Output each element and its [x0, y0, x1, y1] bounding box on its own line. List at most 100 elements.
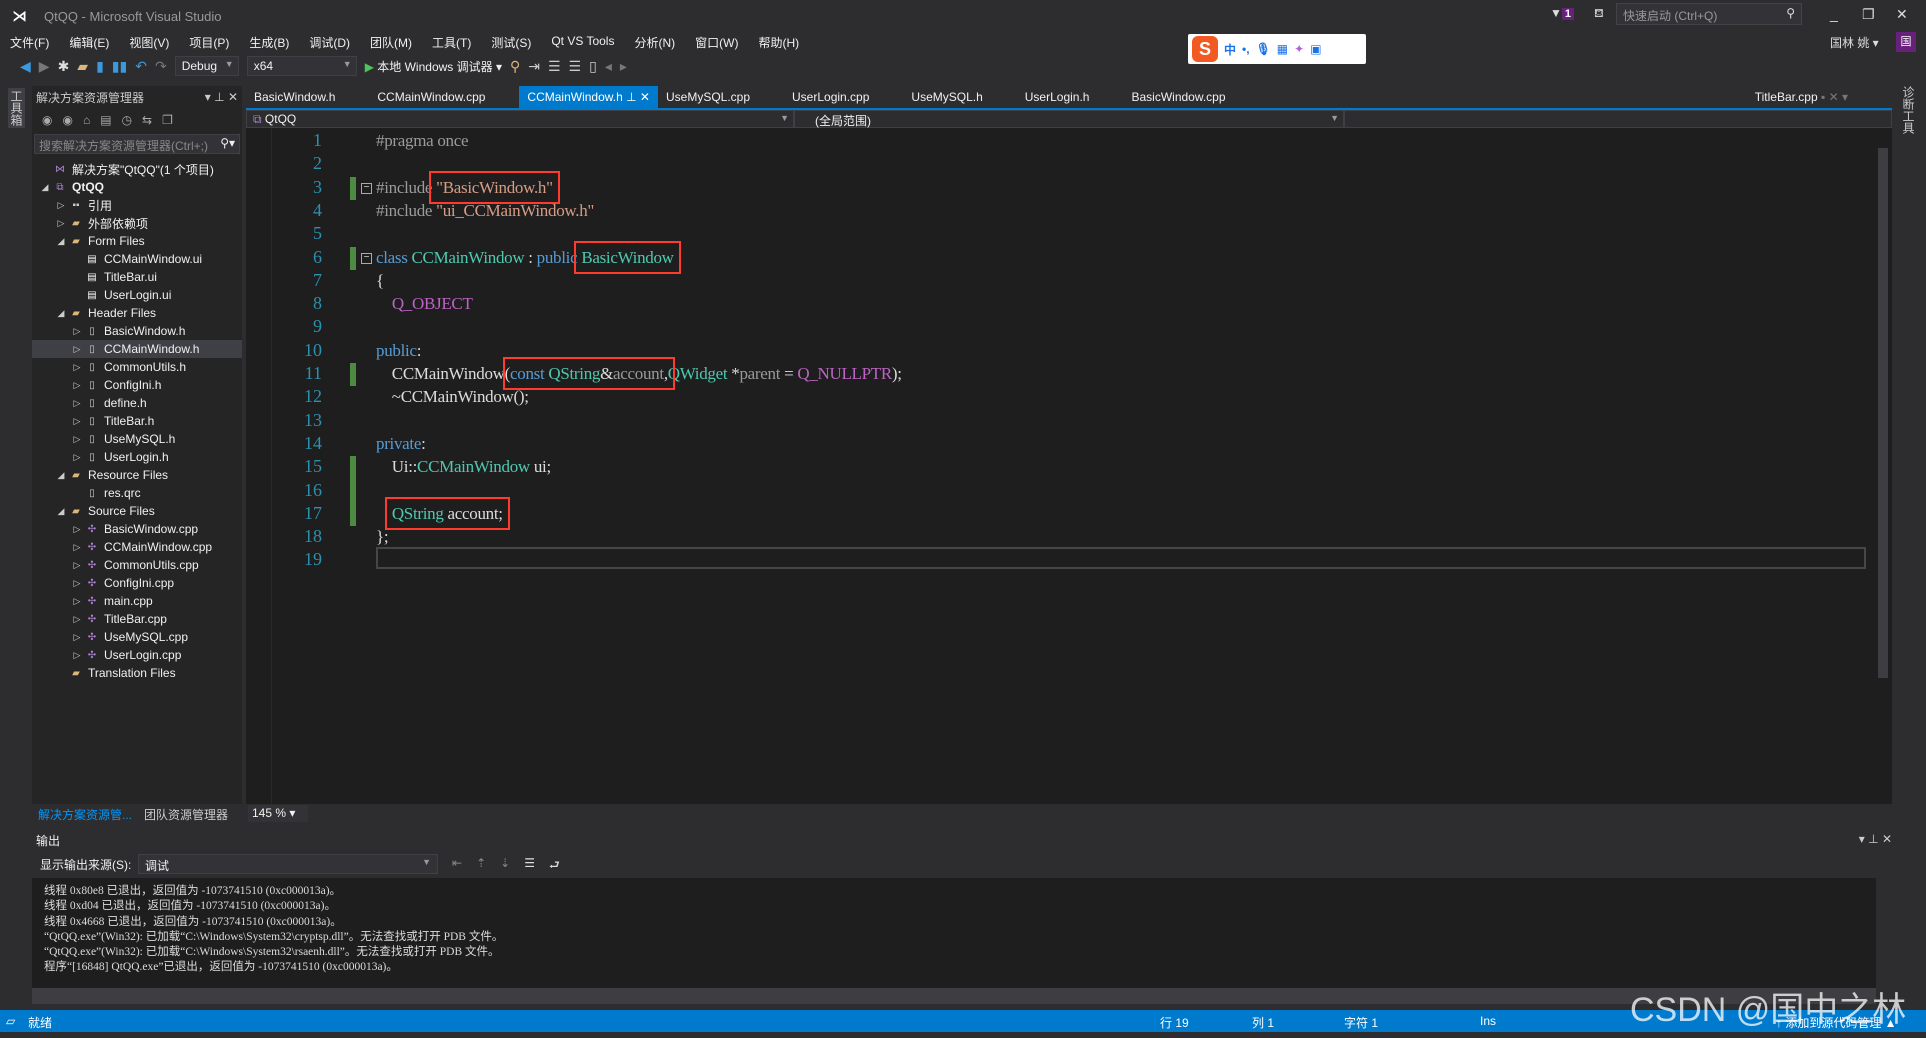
tab-solution-explorer[interactable]: 解决方案资源管...: [32, 804, 138, 824]
pending-changes-icon[interactable]: ◷: [122, 113, 132, 127]
tree-item[interactable]: ◢ ▰ Source Files: [32, 502, 242, 520]
save-icon[interactable]: ▮: [96, 58, 104, 75]
tab-team-explorer[interactable]: 团队资源管理器: [138, 804, 235, 824]
expand-arrow-icon[interactable]: ▷: [70, 416, 84, 427]
word-wrap-icon[interactable]: ⮐: [549, 856, 560, 877]
code-line[interactable]: #pragma once: [376, 131, 469, 151]
comment-icon[interactable]: ☰: [548, 58, 561, 75]
tab-usemysql-cpp[interactable]: UseMySQL.cpp: [658, 86, 758, 108]
expand-arrow-icon[interactable]: ◢: [54, 470, 68, 481]
back-icon[interactable]: ◀: [20, 58, 31, 75]
menu-item[interactable]: 生成(B): [239, 32, 299, 52]
code-line[interactable]: #include "ui_CCMainWindow.h": [376, 201, 594, 221]
sync-icon[interactable]: ⇆: [142, 113, 152, 127]
code-line[interactable]: Ui::CCMainWindow ui;: [376, 457, 551, 477]
menu-item[interactable]: Qt VS Tools: [541, 32, 624, 52]
output-source-select[interactable]: 调试 ▼: [138, 854, 438, 874]
toolbox-tab[interactable]: 工具箱: [8, 88, 25, 128]
expand-arrow-icon[interactable]: ◢: [38, 182, 52, 193]
menu-item[interactable]: 帮助(H): [748, 32, 809, 52]
expand-arrow-icon[interactable]: ▷: [70, 632, 84, 643]
tree-item[interactable]: ▤ UserLogin.ui: [32, 286, 242, 304]
tree-item[interactable]: ▯ res.qrc: [32, 484, 242, 502]
undo-icon[interactable]: ↶: [135, 58, 147, 75]
ime-language[interactable]: 中: [1224, 41, 1236, 58]
forward-icon[interactable]: ◉: [62, 113, 72, 127]
step-icon[interactable]: ⇥: [528, 58, 540, 75]
tree-item[interactable]: ▷ ▯ CommonUtils.h: [32, 358, 242, 376]
menu-item[interactable]: 测试(S): [481, 32, 541, 52]
quick-launch-input[interactable]: 快速启动 (Ctrl+Q) ⚲: [1616, 3, 1802, 25]
expand-arrow-icon[interactable]: ▷: [70, 524, 84, 535]
expand-arrow-icon[interactable]: ▷: [70, 398, 84, 409]
code-line[interactable]: Q_OBJECT: [376, 294, 473, 314]
expand-arrow-icon[interactable]: ▷: [70, 344, 84, 355]
bookmark-icon[interactable]: ▯: [589, 58, 597, 75]
expand-arrow-icon[interactable]: ▷: [70, 542, 84, 553]
pin-icon[interactable]: ⊥: [1868, 832, 1878, 846]
menu-item[interactable]: 项目(P): [179, 32, 239, 52]
tree-item[interactable]: ▷ ✣ CCMainWindow.cpp: [32, 538, 242, 556]
tree-item[interactable]: ▷ ▯ TitleBar.h: [32, 412, 242, 430]
menu-item[interactable]: 视图(V): [119, 32, 179, 52]
tree-item[interactable]: ▷ ▯ define.h: [32, 394, 242, 412]
expand-arrow-icon[interactable]: ▷: [54, 218, 68, 229]
tab-userlogin-h[interactable]: UserLogin.h: [1017, 86, 1098, 108]
tab-usemysql-h[interactable]: UseMySQL.h: [903, 86, 990, 108]
scroll-thumb[interactable]: [1878, 148, 1888, 678]
expand-arrow-icon[interactable]: ▷: [70, 560, 84, 571]
expand-arrow-icon[interactable]: ▷: [70, 614, 84, 625]
close-icon[interactable]: ✕: [1882, 832, 1892, 846]
code-line[interactable]: QString account;: [376, 496, 510, 530]
expand-arrow-icon[interactable]: ◢: [54, 236, 68, 247]
tree-item[interactable]: ▷ ▯ ConfigIni.h: [32, 376, 242, 394]
menu-item[interactable]: 窗口(W): [685, 32, 748, 52]
dropdown-icon[interactable]: ▾: [1859, 832, 1865, 846]
tree-item[interactable]: ▷ ✣ UseMySQL.cpp: [32, 628, 242, 646]
keyboard-icon[interactable]: ▦: [1277, 42, 1288, 56]
tree-item[interactable]: ◢ ▰ Header Files: [32, 304, 242, 322]
configuration-select[interactable]: Debug ▼: [174, 56, 239, 76]
pin-icon[interactable]: ⊥: [623, 90, 640, 104]
code-line[interactable]: {: [376, 271, 384, 291]
close-button[interactable]: ✕: [1896, 6, 1908, 23]
scope-select[interactable]: (全局范围) ▼: [794, 110, 1344, 128]
expand-arrow-icon[interactable]: ▷: [70, 326, 84, 337]
tree-item[interactable]: ▤ CCMainWindow.ui: [32, 250, 242, 268]
solution-search-input[interactable]: 搜索解决方案资源管理器(Ctrl+;) ⚲▾: [34, 134, 240, 154]
member-select[interactable]: [1344, 110, 1892, 128]
menu-item[interactable]: 文件(F): [0, 32, 59, 52]
tree-item[interactable]: ▷ ✣ main.cpp: [32, 592, 242, 610]
expand-arrow-icon[interactable]: ▷: [70, 380, 84, 391]
zoom-select[interactable]: 145 % ▾: [248, 805, 308, 822]
redo-icon[interactable]: ↷: [155, 58, 167, 75]
feedback-icon[interactable]: ⛾: [1594, 6, 1604, 22]
find-in-files-icon[interactable]: ⚲: [510, 58, 520, 75]
expand-arrow-icon[interactable]: ▷: [70, 596, 84, 607]
close-icon[interactable]: ✕: [228, 90, 238, 104]
tree-item[interactable]: ▷ ✣ BasicWindow.cpp: [32, 520, 242, 538]
collapse-all-icon[interactable]: ❐: [162, 113, 173, 127]
editor-vertical-scrollbar[interactable]: [1874, 128, 1892, 804]
tree-item[interactable]: ▷ ▯ BasicWindow.h: [32, 322, 242, 340]
expand-arrow-icon[interactable]: ▷: [70, 452, 84, 463]
output-horizontal-scrollbar[interactable]: [32, 988, 1876, 1004]
tree-item[interactable]: ▰ Translation Files: [32, 664, 242, 682]
platform-select[interactable]: x64 ▼: [246, 56, 357, 76]
code-line[interactable]: private:: [376, 434, 426, 454]
user-account[interactable]: 国林 姚 ▾: [1830, 34, 1879, 51]
tab-basicwindow-cpp[interactable]: BasicWindow.cpp: [1123, 86, 1233, 108]
find-message-icon[interactable]: ⇤: [452, 856, 462, 877]
notifications-button[interactable]: ▼ 1: [1550, 6, 1575, 20]
next-message-icon[interactable]: ⇣: [500, 856, 510, 877]
tree-item[interactable]: ▷ ▯ UserLogin.h: [32, 448, 242, 466]
tree-item[interactable]: ⋈ 解决方案"QtQQ"(1 个项目): [32, 160, 242, 178]
expand-arrow-icon[interactable]: ▷: [70, 650, 84, 661]
tree-item[interactable]: ▷ ✣ UserLogin.cpp: [32, 646, 242, 664]
code-line[interactable]: };: [376, 527, 389, 547]
menu-item[interactable]: 分析(N): [624, 32, 685, 52]
open-file-icon[interactable]: ▰: [77, 58, 88, 75]
save-all-icon[interactable]: ▮▮: [112, 58, 127, 75]
tree-item[interactable]: ▷ ✣ CommonUtils.cpp: [32, 556, 242, 574]
next-bookmark-icon[interactable]: ▸: [620, 58, 627, 75]
